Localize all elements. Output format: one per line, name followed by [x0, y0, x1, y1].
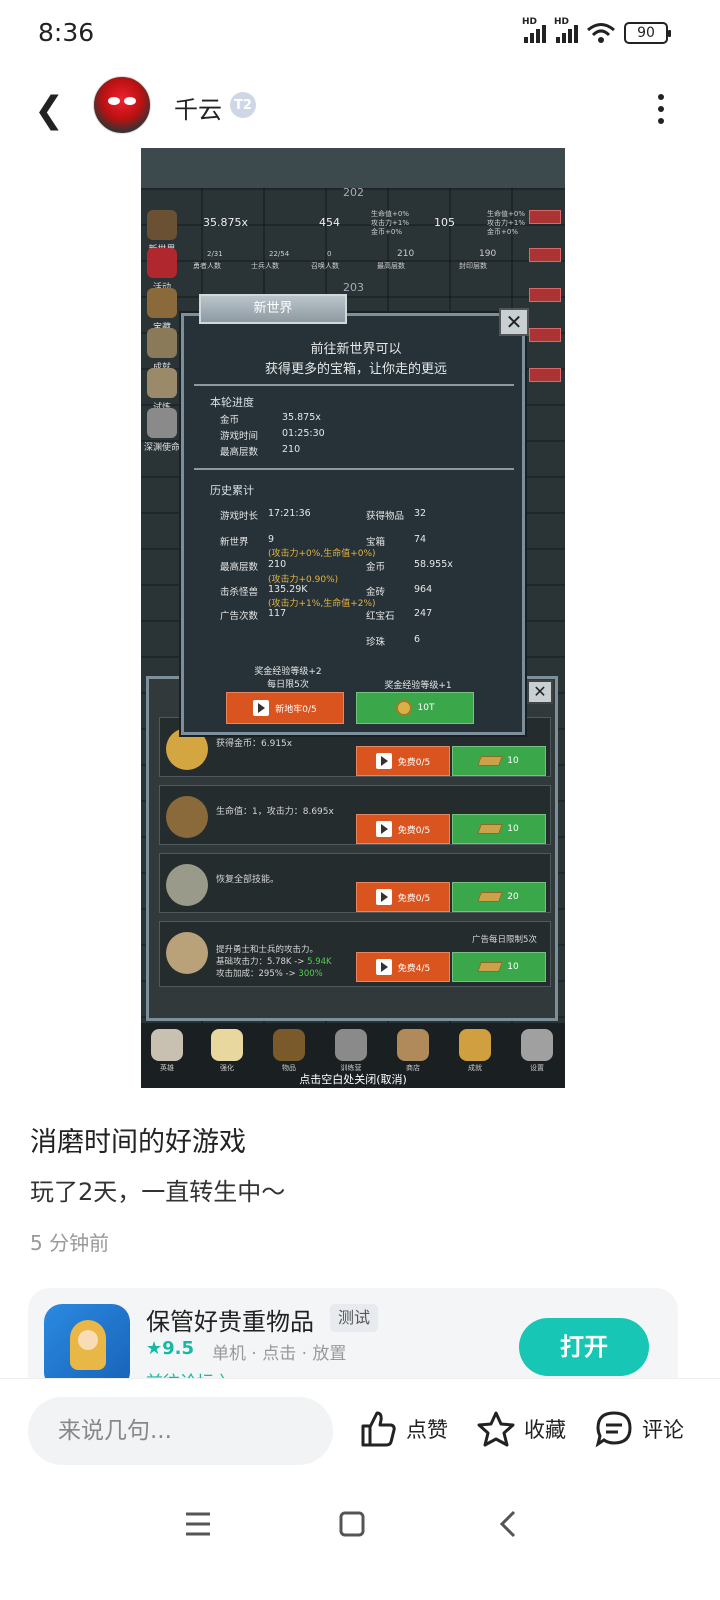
- tab-achievement[interactable]: 成就: [455, 1029, 495, 1073]
- level-badge: T2: [230, 92, 256, 118]
- side-item[interactable]: 试炼: [143, 368, 181, 413]
- list-item: 生命值：1，攻击力：8.695x 免费0/5 10: [159, 785, 551, 845]
- key-icon: [166, 864, 208, 906]
- dialog-close-button[interactable]: ✕: [499, 308, 529, 336]
- hero-icon: [166, 796, 208, 838]
- side-item[interactable]: 深渊使命: [143, 408, 181, 453]
- post-header: ❮ 千云 T2: [0, 70, 720, 146]
- tab-upgrade[interactable]: 强化: [207, 1029, 247, 1073]
- back-icon[interactable]: ❮: [34, 90, 64, 131]
- home-icon[interactable]: [338, 1510, 366, 1538]
- buy-button[interactable]: 10: [452, 814, 546, 844]
- comment-icon: [595, 1411, 632, 1448]
- tab-settings[interactable]: 设置: [517, 1029, 557, 1073]
- tab-hero[interactable]: 英雄: [147, 1029, 187, 1073]
- open-button[interactable]: 打开: [519, 1318, 649, 1376]
- status-time: 8:36: [38, 18, 95, 47]
- panel-close-button[interactable]: ✕: [527, 680, 553, 704]
- battery-icon: 90: [624, 22, 671, 44]
- new-dungeon-button[interactable]: 新地牢0/5: [226, 692, 344, 724]
- buy-button[interactable]: 10: [452, 746, 546, 776]
- avatar[interactable]: [93, 76, 151, 134]
- list-item: 恢复全部技能。 免费0/5 20: [159, 853, 551, 913]
- star-icon: [477, 1411, 515, 1447]
- tab-items[interactable]: 物品: [269, 1029, 309, 1073]
- post-body: 玩了2天，一直转生中～: [30, 1178, 286, 1206]
- username[interactable]: 千云: [174, 90, 222, 125]
- comment-input[interactable]: 来说几句...: [28, 1397, 333, 1465]
- more-icon[interactable]: [658, 94, 664, 124]
- post-image[interactable]: 202 203 35.875x 454 105 生命值+0% 攻击力+1% 金币+0…: [141, 148, 565, 1088]
- free-button[interactable]: 免费0/5: [356, 746, 450, 776]
- status-bar: 8:36 HD HD 90: [0, 0, 720, 70]
- forum-link[interactable]: 前往论坛 〉: [146, 1368, 236, 1378]
- side-item[interactable]: 成就: [143, 328, 181, 373]
- buy-button[interactable]: 10: [452, 952, 546, 982]
- signal-icon: HD: [522, 17, 546, 43]
- app-name: 保管好贵重物品: [146, 1308, 314, 1336]
- wifi-icon: [587, 23, 615, 43]
- new-world-dialog: 前往新世界可以 获得更多的宝箱，让你走的更远 本轮进度 金币 35.875x 游戏…: [181, 313, 525, 735]
- post-time: 5 分钟前: [30, 1231, 110, 1255]
- like-button[interactable]: 点赞: [358, 1409, 448, 1449]
- coin-button[interactable]: 10T: [356, 692, 474, 724]
- bar-stat: 454: [319, 216, 340, 229]
- tab-training[interactable]: 训练营: [331, 1029, 371, 1073]
- side-item[interactable]: 宝藏: [143, 288, 181, 333]
- free-button[interactable]: 免费0/5: [356, 814, 450, 844]
- app-genre: 单机 · 点击 · 放置: [212, 1344, 347, 1364]
- free-button[interactable]: 免费0/5: [356, 882, 450, 912]
- dialog-title: 新世界: [199, 294, 347, 324]
- comment-button[interactable]: 评论: [594, 1409, 684, 1449]
- back-nav-icon[interactable]: [494, 1510, 522, 1538]
- list-item: 提升勇士和士兵的攻击力。 基础攻击力：5.78K -> 5.94K 攻击加成：2…: [159, 921, 551, 987]
- signal-icon: HD: [554, 17, 578, 43]
- tab-shop[interactable]: 商店: [393, 1029, 433, 1073]
- post-title: 消磨时间的好游戏: [30, 1127, 246, 1158]
- close-hint: 点击空白处关闭(取消): [299, 1073, 407, 1086]
- free-button[interactable]: 免费4/5: [356, 952, 450, 982]
- app-score: ★9.5: [146, 1338, 195, 1359]
- favorite-button[interactable]: 收藏: [476, 1409, 566, 1449]
- floor-label: 202: [343, 186, 364, 199]
- gold-stat: 35.875x: [203, 216, 248, 229]
- buy-button[interactable]: 20: [452, 882, 546, 912]
- status-icons: HD HD 90: [522, 17, 671, 44]
- system-nav-bar: [0, 1498, 720, 1600]
- thumbs-up-icon: [361, 1411, 396, 1447]
- bottom-action-bar: 来说几句... 点赞 收藏 评论: [0, 1378, 720, 1498]
- side-item[interactable]: 活动: [143, 248, 181, 293]
- app-icon[interactable]: [44, 1304, 130, 1378]
- floor-label: 203: [343, 281, 364, 294]
- gem-stat: 105: [434, 216, 455, 229]
- mug-icon: [166, 932, 208, 974]
- menu-icon[interactable]: [184, 1510, 212, 1538]
- app-tag: 测试: [330, 1304, 379, 1332]
- app-card[interactable]: 保管好贵重物品 测试 ★9.5 单机 · 点击 · 放置 前往论坛 〉 打开: [28, 1288, 678, 1378]
